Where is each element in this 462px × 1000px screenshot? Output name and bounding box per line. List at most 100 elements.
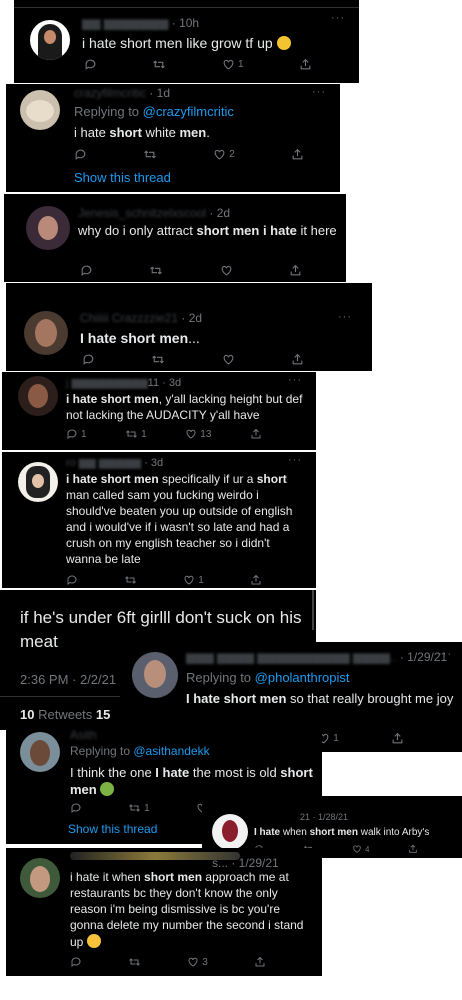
more-icon[interactable]: ···	[331, 12, 345, 24]
avatar[interactable]	[30, 20, 70, 60]
retweet-count: 1	[144, 802, 150, 814]
reply-prefix: Replying to	[74, 104, 143, 119]
replying-to: Replying to @crazyfilmcritic	[74, 104, 234, 119]
tweet-text: I think the one I hate the most is old s…	[70, 765, 313, 798]
share-button[interactable]	[391, 732, 404, 745]
replying-to: Replying to @asithandekk	[70, 744, 210, 758]
like-button[interactable]: 2	[213, 148, 235, 161]
tweet-meta: Chiiiii Crazzzzie21 · 2d	[80, 311, 202, 325]
avatar[interactable]	[212, 814, 248, 850]
share-button[interactable]	[408, 844, 418, 854]
avatar[interactable]	[20, 90, 60, 130]
like-count: 1	[237, 59, 244, 70]
reply-count: 1	[81, 428, 87, 440]
avatar[interactable]	[24, 311, 68, 355]
timestamp: 11 · 3d	[147, 377, 182, 389]
more-icon[interactable]: ···	[438, 648, 452, 660]
reply-button[interactable]: 1	[66, 428, 87, 440]
reply-button[interactable]	[82, 353, 95, 366]
show-thread-link[interactable]: Show this thread	[74, 170, 171, 185]
tweet-card-6[interactable]: ro ▆▆ ▆▆▆▆▆ · 3d ··· i hate short men sp…	[2, 452, 316, 588]
reply-icon	[71, 957, 81, 967]
retweet-button[interactable]	[152, 58, 166, 71]
more-icon[interactable]: ···	[338, 311, 352, 323]
handle: ▆▆▆▆▆▆▆▆▆	[71, 377, 148, 389]
share-button[interactable]	[291, 148, 304, 161]
action-bar: 2	[74, 148, 304, 161]
like-count: 13	[200, 428, 212, 440]
share-icon	[300, 58, 311, 70]
tweet-card-4[interactable]: Chiiiii Crazzzzie21 · 2d ··· I hate shor…	[6, 283, 372, 371]
reply-icon	[71, 803, 81, 813]
share-button[interactable]	[289, 264, 302, 277]
tweet-text: I hate short men...	[80, 330, 200, 346]
mention-link[interactable]: @pholanthropist	[255, 670, 350, 685]
avatar[interactable]	[132, 652, 178, 698]
action-bar: 1 1 13	[66, 428, 262, 440]
avatar[interactable]	[20, 858, 60, 898]
reply-prefix: Replying to	[186, 670, 255, 685]
reply-icon	[81, 265, 92, 276]
share-button[interactable]	[291, 353, 304, 366]
action-bar	[82, 353, 304, 366]
tweet-text: i hate short men like grow tf up	[82, 34, 352, 53]
reply-icon	[85, 59, 96, 70]
nauseated-face-icon	[100, 782, 115, 797]
share-button[interactable]	[254, 956, 266, 968]
reply-button[interactable]	[74, 148, 87, 161]
like-button[interactable]	[222, 353, 235, 366]
more-icon[interactable]: ···	[288, 374, 302, 386]
reply-icon	[83, 354, 94, 365]
share-icon	[392, 732, 403, 744]
mention-link[interactable]: @crazyfilmcritic	[143, 104, 234, 119]
tweet-card-1[interactable]: ▆▆ ▆▆▆▆▆▆▆ · 10h ··· i hate short men li…	[14, 0, 359, 83]
tweet-timestamp: 2:36 PM · 2/2/21 ·	[20, 672, 125, 687]
retweet-stats[interactable]: 10 Retweets 15	[20, 706, 110, 723]
tweet-card-11[interactable]: s... · 1/29/21 i hate it when short men …	[6, 848, 322, 976]
avatar[interactable]	[18, 376, 58, 416]
reply-button[interactable]	[70, 802, 82, 814]
more-icon[interactable]: ···	[288, 454, 302, 466]
retweet-count: 1	[141, 428, 147, 440]
reply-button[interactable]	[66, 574, 78, 586]
reply-icon	[67, 429, 77, 439]
crying-face-icon	[86, 933, 101, 948]
mention-link[interactable]: @asithandekk	[133, 744, 209, 758]
like-button[interactable]: 13	[185, 428, 211, 440]
tweet-card-5[interactable]: j ▆▆▆▆▆▆▆▆▆11 · 3d ··· i hate short men,…	[2, 372, 316, 450]
retweet-button[interactable]	[128, 956, 141, 968]
share-icon	[409, 844, 417, 853]
like-button[interactable]: 4	[352, 844, 369, 854]
reply-button[interactable]	[80, 264, 93, 277]
author-name: Asith	[70, 728, 97, 742]
like-button[interactable]: 3	[187, 956, 208, 968]
tweet-card-3[interactable]: Jenesis_schnitzelxscool · 2d why do i on…	[4, 194, 346, 282]
author-name: Chiiiii Crazzzzie21	[80, 311, 179, 325]
like-button[interactable]: 1	[183, 574, 204, 586]
share-button[interactable]	[250, 428, 262, 440]
retweet-button[interactable]	[151, 353, 165, 366]
like-button[interactable]	[220, 264, 233, 277]
avatar[interactable]	[18, 462, 58, 502]
share-button[interactable]	[299, 58, 312, 71]
show-thread-link[interactable]: Show this thread	[68, 822, 157, 836]
scrollbar[interactable]	[312, 590, 314, 630]
avatar[interactable]	[26, 206, 70, 250]
replying-to: Replying to @pholanthropist	[186, 670, 350, 685]
retweet-button[interactable]: 1	[125, 428, 147, 440]
reply-button[interactable]	[70, 956, 82, 968]
reply-icon	[67, 575, 77, 585]
retweet-button[interactable]: 1	[128, 802, 150, 814]
tweet-card-2[interactable]: crazyfilmcritic · 1d ··· Replying to @cr…	[6, 84, 340, 192]
reply-button[interactable]	[84, 58, 97, 71]
like-button[interactable]: 1	[222, 58, 244, 71]
retweet-button[interactable]	[149, 264, 163, 277]
retweet-button[interactable]	[124, 574, 137, 586]
retweet-button[interactable]	[143, 148, 157, 161]
tweet-text: i hate it when short men approach me at …	[70, 870, 304, 949]
timestamp: 21 · 1/28/21	[300, 812, 349, 822]
share-button[interactable]	[250, 574, 262, 586]
tweet-text: why do i only attract short men i hate i…	[78, 223, 337, 238]
avatar[interactable]	[20, 732, 60, 772]
more-icon[interactable]: ···	[312, 86, 326, 98]
